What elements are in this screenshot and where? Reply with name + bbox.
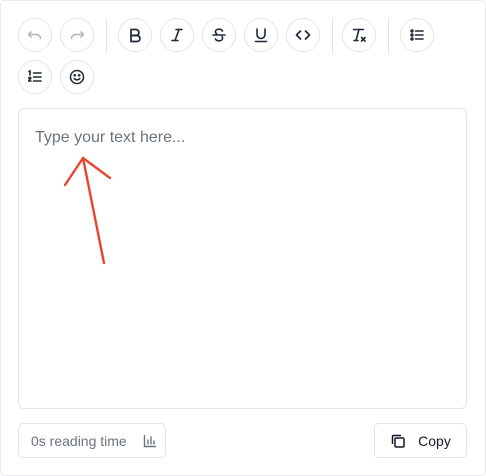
redo-icon (70, 31, 85, 40)
bullet-list-button[interactable] (400, 18, 434, 52)
numbered-list-button[interactable] (18, 60, 52, 94)
toolbar-divider (332, 18, 333, 54)
emoji-button[interactable] (60, 60, 94, 94)
copy-label: Copy (418, 432, 451, 449)
underline-icon (254, 28, 268, 43)
code-icon (295, 30, 311, 40)
italic-icon (171, 28, 183, 42)
numbered-list-icon (27, 69, 42, 82)
bullet-list-icon (410, 29, 424, 41)
bold-icon (130, 28, 141, 43)
reading-time-badge: 0s reading time (18, 423, 166, 458)
emoji-icon (69, 69, 85, 85)
bar-chart-icon (143, 434, 156, 447)
strikethrough-icon (212, 28, 226, 42)
reading-time-text: 0s reading time (31, 432, 127, 449)
underline-button[interactable] (244, 18, 278, 52)
copy-icon (391, 434, 405, 448)
clear-formatting-button[interactable] (342, 18, 376, 52)
editor-placeholder: Type your text here... (35, 129, 186, 146)
strikethrough-button[interactable] (202, 18, 236, 52)
redo-button[interactable] (60, 18, 94, 52)
clear-format-icon (352, 28, 366, 42)
toolbar-divider (106, 18, 107, 54)
undo-icon (27, 31, 42, 40)
copy-button[interactable]: Copy (374, 423, 467, 458)
toolbar-divider (388, 18, 389, 54)
code-button[interactable] (286, 18, 320, 52)
bold-button[interactable] (118, 18, 152, 52)
text-editor[interactable]: Type your text here... (18, 108, 467, 409)
undo-button[interactable] (18, 18, 52, 52)
italic-button[interactable] (160, 18, 194, 52)
